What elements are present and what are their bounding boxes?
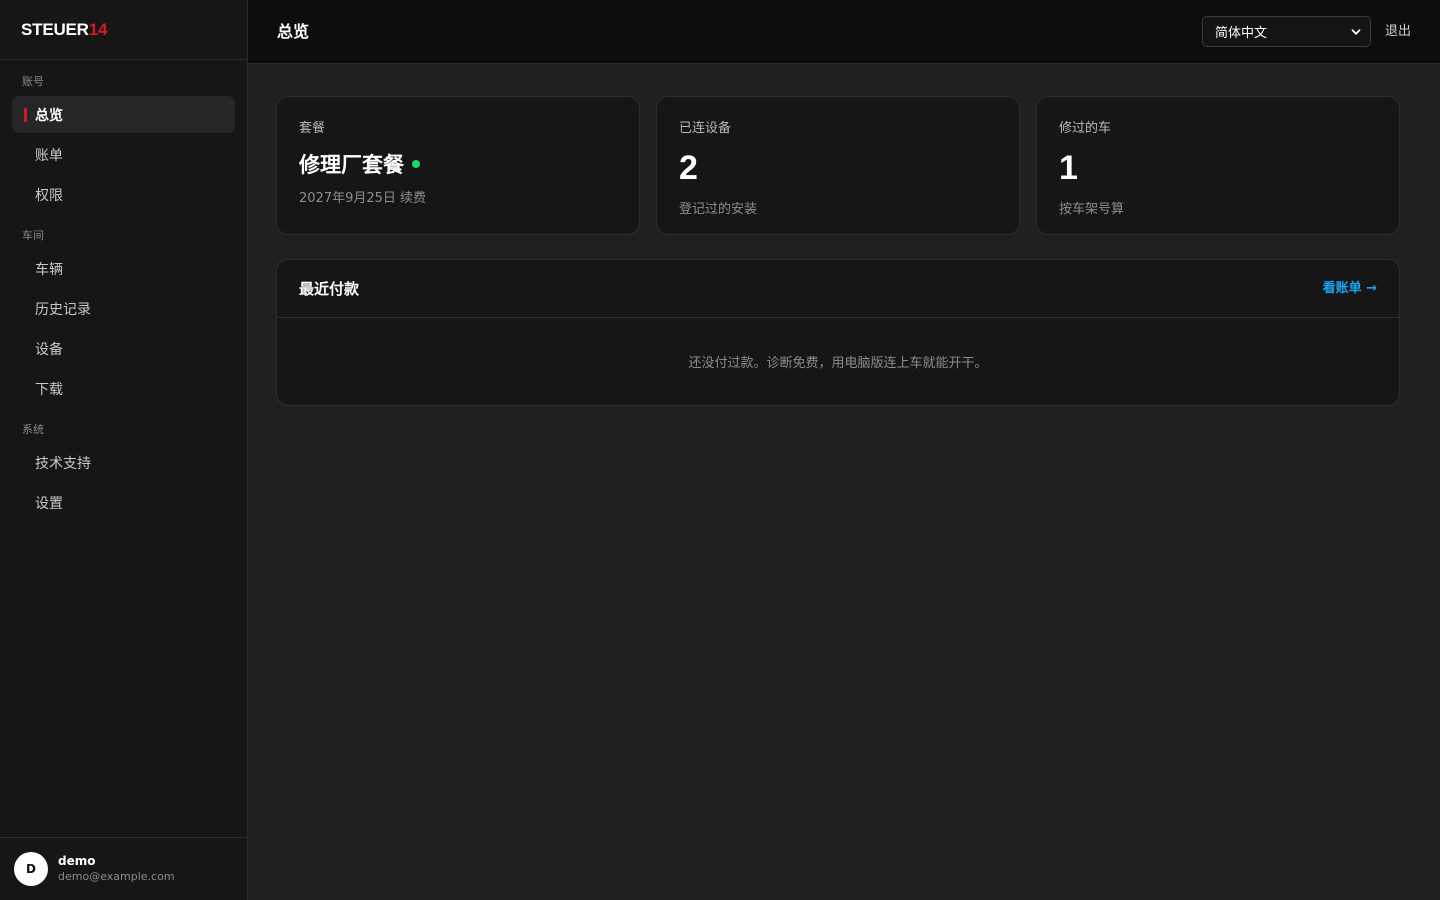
sidebar-item-support[interactable]: 技术支持 <box>12 444 235 481</box>
language-select-value: 简体中文 <box>1215 26 1268 41</box>
payments-title: 最近付款 <box>299 280 360 298</box>
active-indicator <box>24 108 27 122</box>
sidebar-item-label: 账单 <box>35 147 63 164</box>
devices-sub: 登记过的安装 <box>679 202 758 217</box>
vehicles-card: 修过的车 1 按车架号算 <box>1036 96 1400 235</box>
chevron-down-icon <box>1351 29 1361 35</box>
vehicles-count: 1 <box>1059 149 1078 187</box>
sidebar-item-billing[interactable]: 账单 <box>12 136 235 173</box>
devices-count: 2 <box>679 149 698 187</box>
plan-renewal: 2027年9月25日 续费 <box>299 191 427 206</box>
plan-name: 修理厂套餐 <box>299 153 404 177</box>
brand-name: STEUER <box>21 19 89 39</box>
plan-card: 套餐 修理厂套餐 2027年9月25日 续费 <box>276 96 640 235</box>
logout-button[interactable]: 退出 <box>1385 0 1411 64</box>
sidebar-item-history[interactable]: 历史记录 <box>12 290 235 327</box>
sidebar-item-overview[interactable]: 总览 <box>12 96 235 133</box>
brand-logo[interactable]: STEUER 14 <box>0 0 247 60</box>
vehicles-label: 修过的车 <box>1059 121 1112 136</box>
sidebar-item-devices[interactable]: 设备 <box>12 330 235 367</box>
sidebar: STEUER 14 账号 总览 账单 权限 车间 车辆 历史记录 设备 下载 系统… <box>0 0 248 900</box>
sidebar-item-downloads[interactable]: 下载 <box>12 370 235 407</box>
sidebar-item-label: 权限 <box>35 187 63 204</box>
sidebar-item-label: 设备 <box>35 341 63 358</box>
plan-label: 套餐 <box>299 121 326 136</box>
user-name: demo <box>58 854 96 868</box>
language-select[interactable]: 简体中文 <box>1202 16 1371 47</box>
sidebar-item-permissions[interactable]: 权限 <box>12 176 235 213</box>
brand-name-accent: 14 <box>88 19 108 39</box>
avatar: D <box>14 852 48 886</box>
devices-card: 已连设备 2 登记过的安装 <box>656 96 1020 235</box>
payments-empty-state: 还没付过款。诊断免费，用电脑版连上车就能开干。 <box>688 355 988 371</box>
sidebar-item-label: 技术支持 <box>35 455 91 472</box>
recent-payments-panel: 最近付款 看账单 → 还没付过款。诊断免费，用电脑版连上车就能开干。 <box>276 259 1400 406</box>
sidebar-item-settings[interactable]: 设置 <box>12 484 235 521</box>
nav-section-workshop: 车间 <box>22 229 44 242</box>
devices-label: 已连设备 <box>679 121 732 136</box>
sidebar-item-label: 历史记录 <box>35 301 91 318</box>
sidebar-item-vehicles[interactable]: 车辆 <box>12 250 235 287</box>
nav-section-account: 账号 <box>22 75 44 88</box>
plan-status-dot <box>412 160 420 168</box>
top-bar: 总览 简体中文 退出 <box>248 0 1440 64</box>
user-profile[interactable]: D demo demo@example.com <box>0 837 247 900</box>
vehicles-sub: 按车架号算 <box>1059 202 1125 217</box>
sidebar-item-label: 总览 <box>35 107 63 124</box>
view-billing-link[interactable]: 看账单 → <box>1323 260 1377 318</box>
sidebar-item-label: 设置 <box>35 495 63 512</box>
nav-section-system: 系统 <box>22 423 44 436</box>
plan-name-row: 修理厂套餐 <box>299 149 420 179</box>
sidebar-item-label: 车辆 <box>35 261 63 278</box>
payments-header: 最近付款 看账单 → <box>277 260 1399 318</box>
user-email: demo@example.com <box>58 870 175 883</box>
page-title: 总览 <box>277 22 310 41</box>
sidebar-item-label: 下载 <box>35 381 63 398</box>
